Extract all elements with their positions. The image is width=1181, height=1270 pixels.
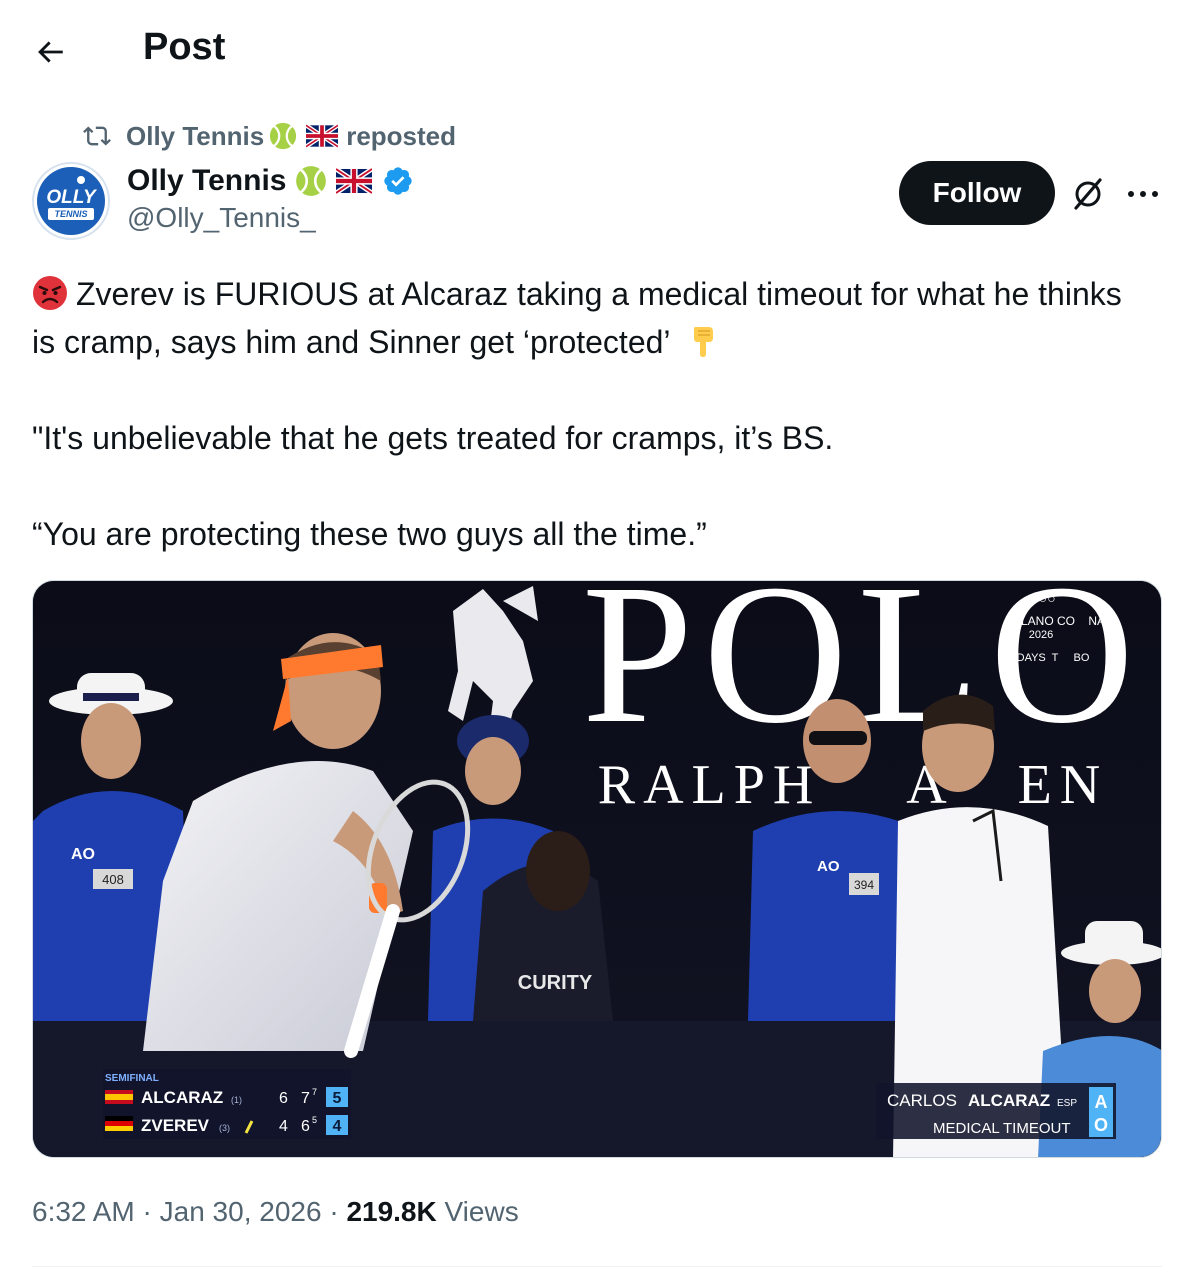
tweet-paragraph-1: Zverev is FURIOUS at Alcaraz taking a me…: [32, 270, 1152, 366]
pointing-down-hand-icon: [693, 327, 713, 357]
more-options-button[interactable]: [1123, 174, 1163, 214]
score-set1-2: 4: [279, 1118, 288, 1135]
score-player-1: ALCARAZ: [141, 1088, 223, 1107]
tweet-paragraph-2: "It's unbelievable that he gets treated …: [32, 420, 834, 456]
svg-text:AO: AO: [817, 858, 840, 875]
meta-separator: ·: [142, 1196, 152, 1227]
tweet-paragraph-1-text: Zverev is FURIOUS at Alcaraz taking a me…: [32, 276, 1131, 360]
repost-indicator: Olly Tennis reposted: [80, 118, 456, 154]
tweet-text: Zverev is FURIOUS at Alcaraz taking a me…: [32, 270, 1152, 558]
badge-right-text: 394: [854, 878, 874, 892]
svg-text:AO: AO: [71, 846, 95, 863]
angry-face-icon: [33, 276, 67, 310]
scoreboard-round: SEMIFINAL: [105, 1073, 159, 1084]
verified-badge-icon[interactable]: [382, 165, 414, 197]
follow-button[interactable]: Follow: [899, 161, 1055, 225]
post-time[interactable]: 6:32 AM: [32, 1196, 135, 1227]
olly-tennis-logo: OLLY TENNIS: [35, 165, 107, 237]
divider: [32, 1266, 1162, 1267]
score-seed-2: (3): [219, 1123, 230, 1133]
more-dots-icon: [1128, 191, 1158, 197]
tennis-scene-image: POLO RALPH A EN ○○○ LANO CO NA 2026 DAYS…: [33, 581, 1161, 1157]
avatar-logo-top: OLLY: [46, 187, 98, 208]
score-set1-1: 6: [279, 1090, 288, 1107]
back-button[interactable]: [30, 32, 70, 72]
uk-flag-icon: [306, 124, 339, 148]
caption-first-name: CARLOS: [887, 1091, 957, 1110]
score-set2-1: 7: [301, 1090, 310, 1107]
score-set2-2: 6: [301, 1118, 310, 1135]
author-name[interactable]: Olly Tennis: [127, 164, 286, 198]
score-set2-sup-2: 5: [312, 1115, 317, 1125]
caption-last-name: ALCARAZ: [968, 1091, 1050, 1110]
post-date[interactable]: Jan 30, 2026: [160, 1196, 322, 1227]
uk-flag-icon: [336, 168, 373, 194]
grok-icon: [1074, 178, 1102, 210]
tweet-media-image[interactable]: POLO RALPH A EN ○○○ LANO CO NA 2026 DAYS…: [32, 580, 1162, 1158]
score-seed-1: (1): [231, 1095, 242, 1105]
grok-button[interactable]: [1068, 174, 1108, 214]
score-current-1: 5: [333, 1090, 342, 1107]
tennis-ball-icon: [270, 122, 297, 150]
caption-status: MEDICAL TIMEOUT: [933, 1120, 1071, 1137]
repost-user-name[interactable]: Olly Tennis: [126, 121, 264, 152]
author-name-row[interactable]: Olly Tennis: [127, 162, 414, 200]
page-title: Post: [143, 26, 226, 68]
repost-icon: [83, 126, 111, 146]
svg-text:O: O: [1094, 1115, 1108, 1135]
olympic-line-2: 2026: [1029, 629, 1053, 641]
tennis-ball-icon: [296, 166, 327, 196]
caption-country: ESP: [1057, 1098, 1077, 1109]
repost-label: reposted: [346, 120, 457, 151]
olympic-line-1: LANO CO NA: [1021, 614, 1105, 628]
arrow-left-icon: [38, 41, 63, 63]
author-avatar[interactable]: OLLY TENNIS: [32, 162, 110, 240]
svg-text:○○○: ○○○: [1030, 590, 1055, 606]
scoreboard: SEMIFINAL ALCARAZ (1) 6 7 7 5 ZVEREV (3)…: [103, 1069, 351, 1139]
post-meta: 6:32 AM · Jan 30, 2026 · 219.8K Views: [32, 1196, 519, 1228]
views-count: 219.8K: [346, 1196, 437, 1227]
security-text: CURITY: [518, 972, 593, 994]
badge-left-text: 408: [102, 872, 124, 887]
author-handle[interactable]: @Olly_Tennis_: [127, 202, 316, 234]
avatar-logo-bottom: TENNIS: [54, 209, 87, 219]
tweet-paragraph-3: “You are protecting these two guys all t…: [32, 516, 707, 552]
olympic-line-3: DAYS T BO: [1017, 652, 1090, 664]
medical-timeout-caption: CARLOS ALCARAZ ESP MEDICAL TIMEOUT A O: [876, 1083, 1116, 1139]
score-current-2: 4: [333, 1118, 342, 1135]
score-set2-sup-1: 7: [312, 1087, 317, 1097]
score-player-2: ZVEREV: [141, 1116, 210, 1135]
top-bar: Post: [0, 0, 1181, 100]
svg-text:A: A: [1095, 1092, 1108, 1112]
views-label: Views: [444, 1196, 519, 1227]
meta-separator: ·: [329, 1196, 339, 1227]
